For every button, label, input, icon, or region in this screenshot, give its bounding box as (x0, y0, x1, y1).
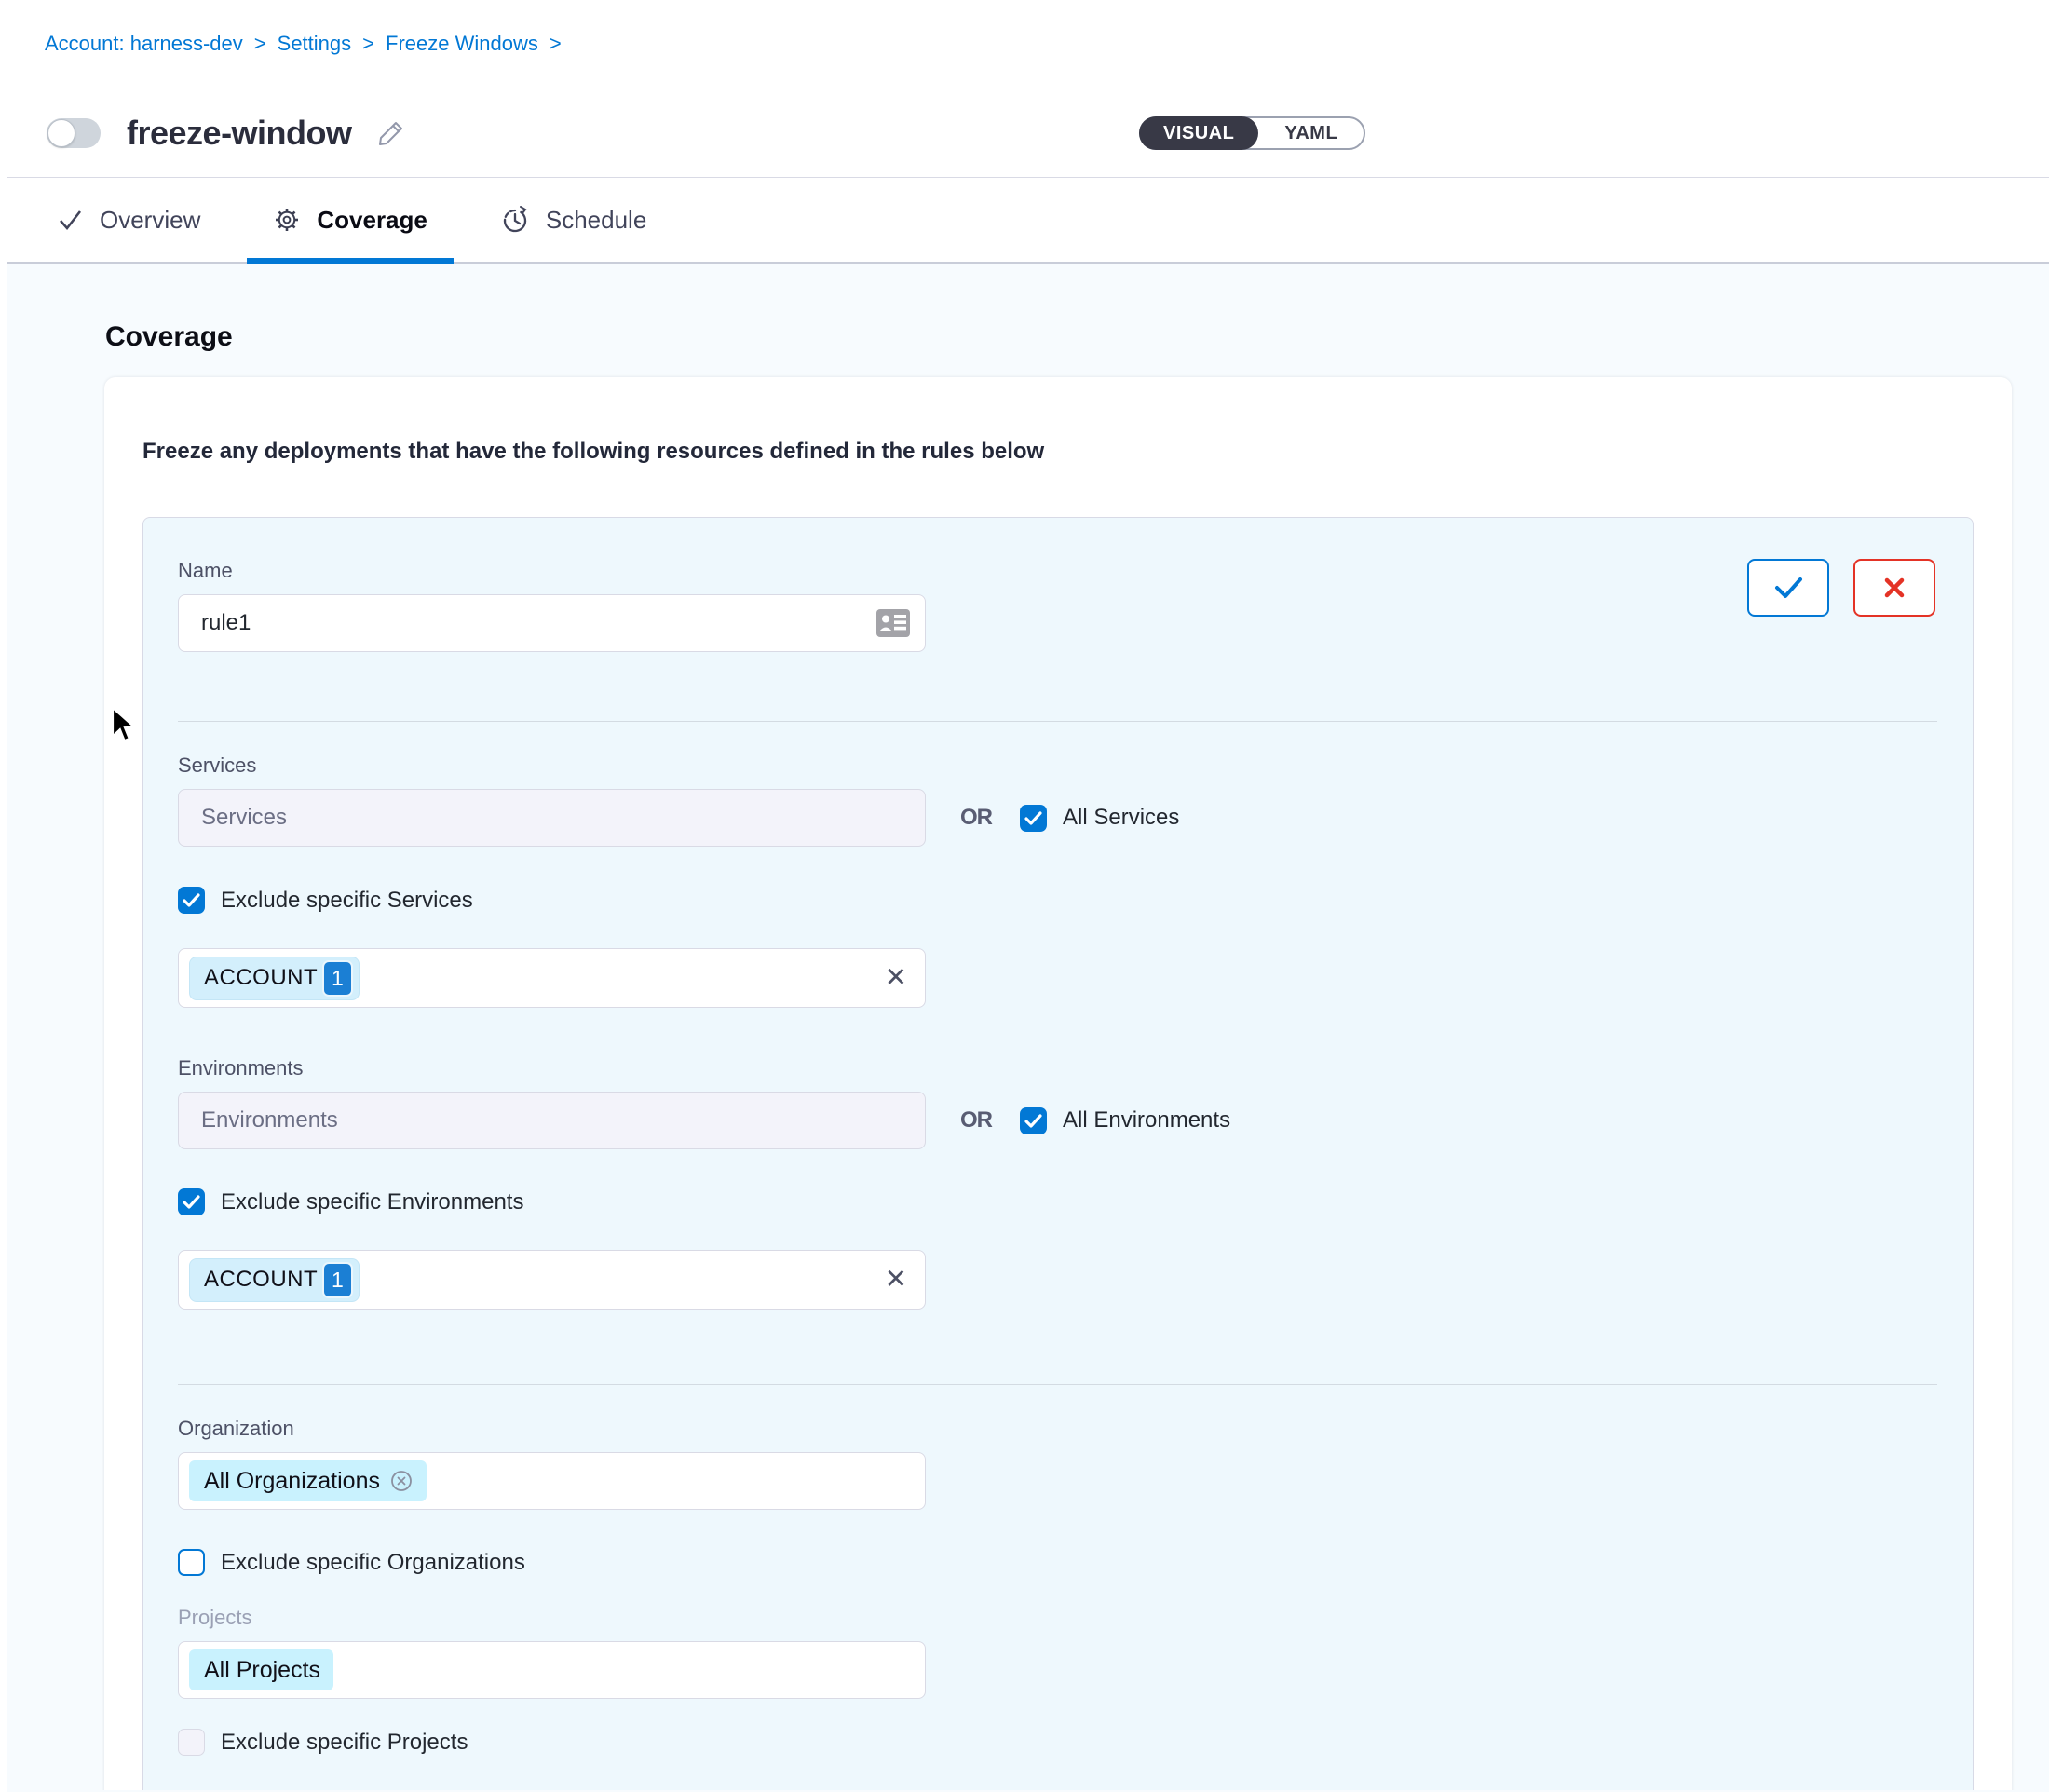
tag-count-badge: 1 (322, 1262, 353, 1298)
confirm-rule-button[interactable] (1747, 559, 1829, 617)
gear-icon (273, 206, 301, 234)
rule-actions (1747, 559, 1935, 617)
toggle-knob (47, 119, 75, 147)
breadcrumb-link-account[interactable]: Account: harness-dev (45, 32, 243, 56)
remove-tag-icon[interactable] (389, 1469, 414, 1493)
or-label: OR (960, 1107, 992, 1134)
rule-description: Freeze any deployments that have the fol… (142, 439, 1974, 465)
coverage-card: Freeze any deployments that have the fol… (104, 377, 2012, 1790)
all-services-label: All Services (1063, 805, 1179, 831)
services-input[interactable] (178, 789, 926, 847)
cancel-rule-button[interactable] (1853, 559, 1935, 617)
all-environments-checkbox[interactable] (1020, 1107, 1047, 1134)
or-label: OR (960, 805, 992, 831)
exclude-organizations-checkbox[interactable] (178, 1549, 205, 1576)
organization-label: Organization (178, 1417, 1937, 1441)
all-organizations-tag[interactable]: All Organizations (189, 1460, 427, 1501)
section-divider (178, 1384, 1937, 1385)
tab-overview[interactable]: Overview (30, 178, 226, 262)
edit-title-button[interactable] (374, 116, 408, 150)
rule-name-input[interactable] (178, 594, 926, 652)
check-icon (1770, 573, 1807, 603)
clear-tags-icon[interactable]: × (886, 956, 906, 998)
tag-label: ACCOUNT (204, 965, 318, 991)
check-icon (183, 1195, 200, 1209)
all-services-checkbox[interactable] (1020, 805, 1047, 832)
organization-input[interactable]: All Organizations (178, 1452, 926, 1510)
yaml-tab[interactable]: YAML (1258, 118, 1364, 148)
excluded-services-input[interactable]: ACCOUNT 1 × (178, 948, 926, 1008)
check-icon (1024, 811, 1042, 825)
projects-input[interactable]: All Projects (178, 1641, 926, 1699)
freeze-enabled-toggle[interactable] (47, 118, 101, 148)
check-icon (1024, 1114, 1042, 1128)
projects-label: Projects (178, 1606, 1937, 1630)
coverage-tab-content: Coverage Freeze any deployments that hav… (0, 264, 2049, 1790)
breadcrumb-link-settings[interactable]: Settings (278, 32, 352, 56)
breadcrumb-link-freeze-windows[interactable]: Freeze Windows (386, 32, 538, 56)
mouse-cursor (110, 706, 143, 750)
page-title: freeze-window (127, 114, 352, 153)
collapsed-sidebar-edge (0, 0, 7, 1792)
close-icon (1879, 573, 1909, 603)
exclude-services-checkbox[interactable] (178, 887, 205, 914)
all-environments-label: All Environments (1063, 1107, 1230, 1134)
all-projects-tag: All Projects (189, 1649, 333, 1690)
account-scope-tag[interactable]: ACCOUNT 1 (189, 957, 360, 1000)
clock-icon (500, 205, 530, 235)
visual-tab[interactable]: VISUAL (1139, 116, 1258, 150)
clear-tags-icon[interactable]: × (886, 1257, 906, 1300)
pencil-icon (374, 116, 408, 150)
tab-label: Coverage (317, 206, 427, 235)
coverage-heading: Coverage (105, 321, 2049, 353)
excluded-environments-input[interactable]: ACCOUNT 1 × (178, 1250, 926, 1310)
check-icon (56, 206, 84, 234)
tag-label: All Organizations (204, 1468, 380, 1495)
exclude-projects-checkbox[interactable] (178, 1729, 205, 1756)
visual-yaml-toggle: VISUAL YAML (1139, 116, 1365, 150)
exclude-services-label: Exclude specific Services (221, 888, 473, 914)
tag-count-badge: 1 (322, 960, 353, 997)
rule-panel: Name Services (142, 517, 1974, 1790)
exclude-projects-label: Exclude specific Projects (221, 1730, 468, 1756)
title-bar: freeze-window VISUAL YAML (0, 88, 2049, 178)
breadcrumb: Account: harness-dev > Settings > Freeze… (0, 0, 2049, 88)
name-label: Name (178, 559, 1937, 583)
tab-coverage[interactable]: Coverage (247, 178, 454, 262)
breadcrumb-separator: > (550, 32, 562, 56)
environments-label: Environments (178, 1056, 1937, 1080)
exclude-organizations-label: Exclude specific Organizations (221, 1550, 525, 1576)
breadcrumb-separator: > (362, 32, 374, 56)
tab-label: Schedule (546, 206, 646, 235)
tab-schedule[interactable]: Schedule (474, 178, 672, 262)
environments-input[interactable] (178, 1092, 926, 1149)
exclude-environments-checkbox[interactable] (178, 1188, 205, 1215)
tab-label: Overview (100, 206, 200, 235)
services-label: Services (178, 753, 1937, 778)
section-divider (178, 721, 1937, 722)
breadcrumb-separator: > (254, 32, 266, 56)
tag-label: ACCOUNT (204, 1267, 318, 1293)
account-scope-tag[interactable]: ACCOUNT 1 (189, 1258, 360, 1302)
id-card-icon (875, 608, 911, 643)
check-icon (183, 893, 200, 907)
exclude-environments-label: Exclude specific Environments (221, 1189, 523, 1215)
tab-bar: Overview Coverage (0, 178, 2049, 264)
tag-label: All Projects (204, 1657, 320, 1684)
